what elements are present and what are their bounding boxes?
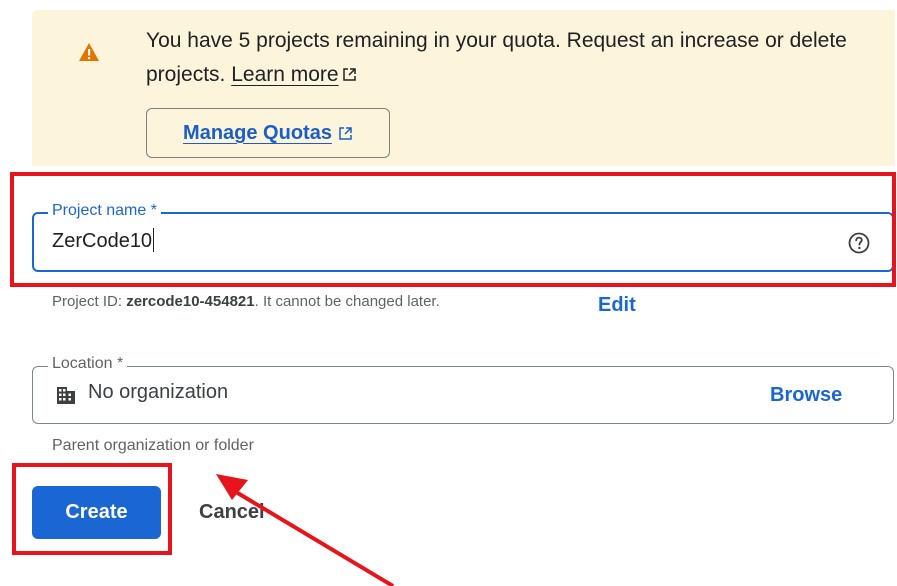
create-label: Create bbox=[65, 501, 128, 523]
location-value: No organization bbox=[88, 381, 229, 403]
annotation-highlight-project-name bbox=[10, 172, 896, 287]
edit-project-id-button[interactable]: Edit bbox=[598, 294, 636, 317]
location-label: Location * bbox=[48, 355, 128, 373]
create-button[interactable]: Create bbox=[32, 486, 161, 539]
warning-icon bbox=[79, 43, 99, 61]
location-hint: Parent organization or folder bbox=[52, 437, 254, 454]
project-id-suffix: . It cannot be changed later. bbox=[254, 293, 440, 310]
manage-quotas-button[interactable]: Manage Quotas bbox=[146, 108, 390, 158]
project-id-prefix: Project ID: bbox=[52, 293, 127, 310]
external-link-icon bbox=[339, 126, 352, 140]
cancel-button[interactable]: Cancel bbox=[199, 501, 265, 524]
learn-more-label: Learn more bbox=[231, 63, 339, 86]
external-link-icon bbox=[342, 68, 356, 81]
learn-more-link[interactable]: Learn more bbox=[231, 63, 338, 86]
manage-quotas-label: Manage Quotas bbox=[183, 121, 332, 144]
browse-button[interactable]: Browse bbox=[770, 384, 842, 407]
project-id-value: zercode10-454821 bbox=[126, 293, 255, 310]
organization-icon bbox=[57, 387, 75, 404]
quota-message: You have 5 projects remaining in your qu… bbox=[146, 24, 876, 92]
project-id-text: Project ID: zercode10-454821. It cannot … bbox=[52, 293, 440, 310]
